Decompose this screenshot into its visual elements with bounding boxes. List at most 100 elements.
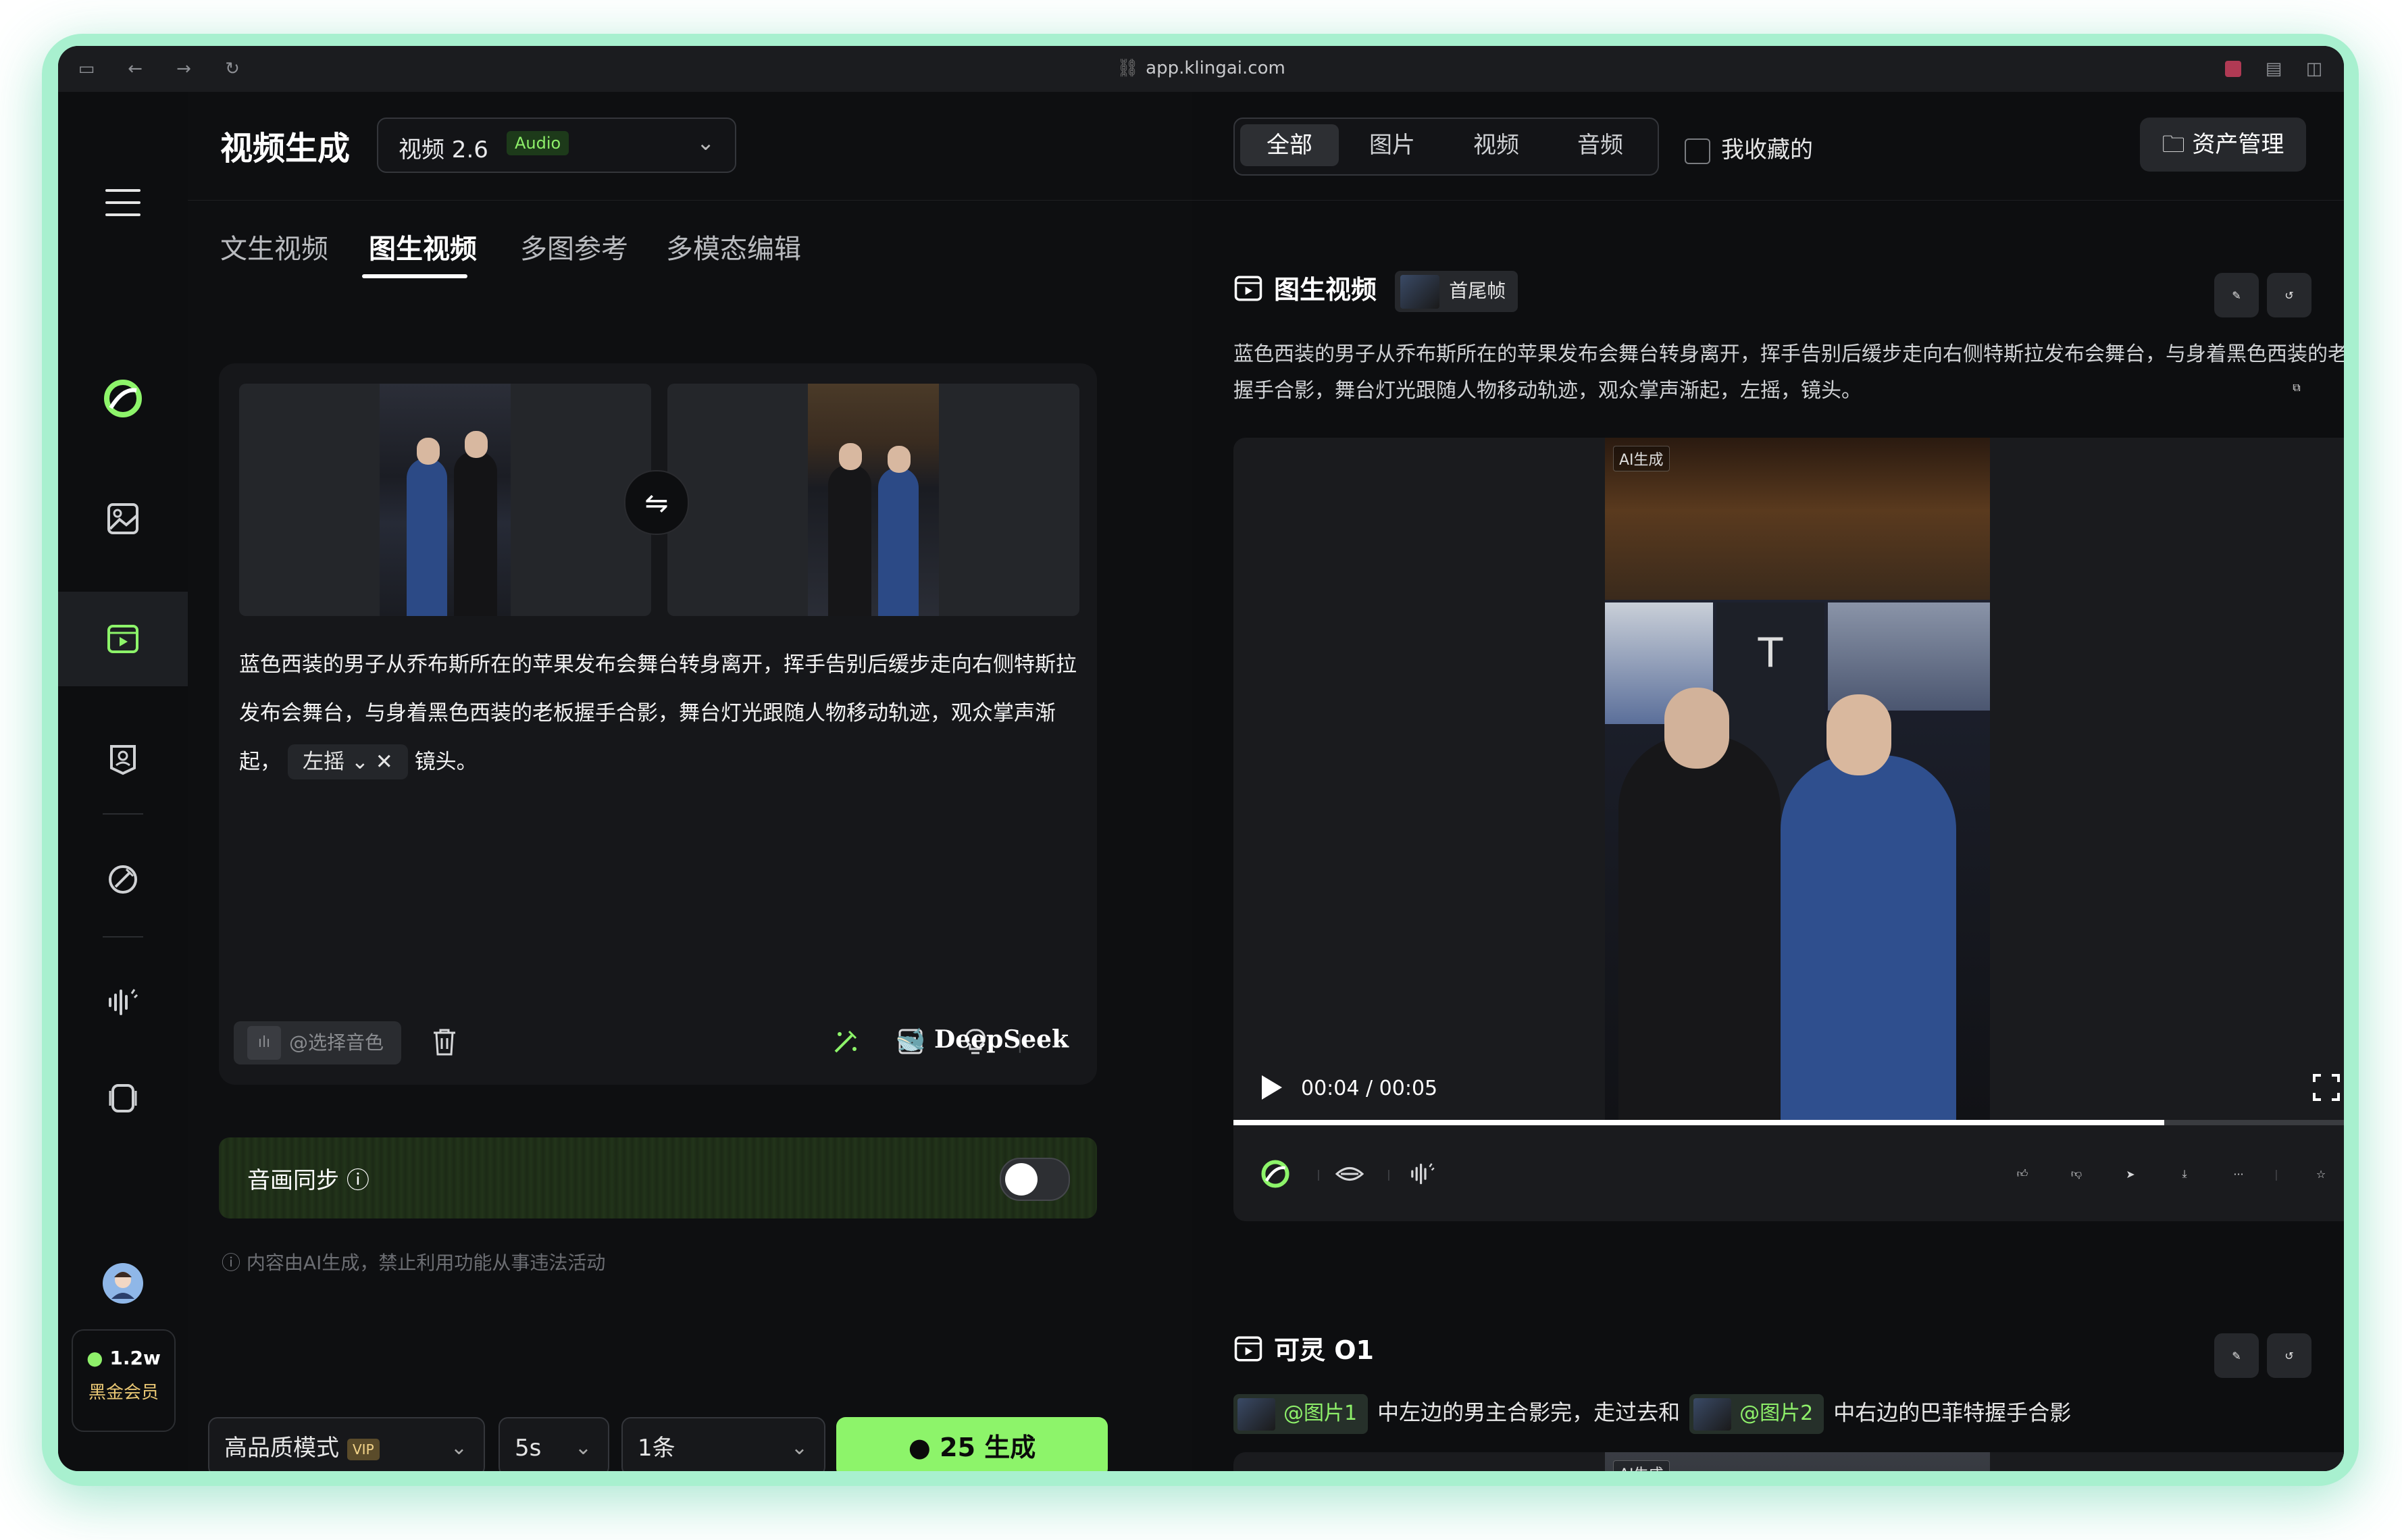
quality-mode-select[interactable]: 高品质模式 VIP ⌄ [208, 1417, 485, 1471]
reader-icon[interactable]: ▤ [2264, 59, 2283, 78]
result-title: 图生视频 首尾帧 [1233, 269, 1518, 312]
audio-gen-icon[interactable] [1405, 1156, 1440, 1191]
thumbs-down-icon[interactable]: 👎︎ [2059, 1156, 2094, 1191]
tab-multimodal-edit[interactable]: 多模态编辑 [666, 227, 801, 266]
audio-sync-toggle[interactable] [1000, 1158, 1070, 1201]
browser-toolbar: ▭ ← → ↻ ⛓ app.klingai.com ▤ ◫ [58, 46, 2344, 93]
regenerate-button[interactable]: ↺ [2267, 1333, 2311, 1378]
credit-flame-icon: ● [86, 1347, 103, 1369]
results-panel: 全部 图片 视频 音频 我收藏的 🗀 资产管理 图生视频 首尾帧 ✎ ↺ 蓝色西… [1192, 92, 2344, 1471]
audio-gen-icon[interactable] [99, 978, 147, 1027]
deepseek-label: DeepSeek [934, 1025, 1069, 1054]
video-player[interactable]: T AI生成 00:04 / 00:05 | | 👍︎ 👎︎ ➤ ⤓ ··· |… [1233, 438, 2344, 1221]
image-gen-icon[interactable] [99, 494, 147, 543]
filter-videos[interactable]: 视频 [1447, 124, 1545, 166]
swap-frames-button[interactable]: ⇋ [624, 470, 689, 535]
more-icon[interactable]: ··· [2221, 1156, 2256, 1191]
camera-move-label: 左摇 [303, 750, 344, 774]
notice-text: 内容由AI生成，禁止利用功能从事违法活动 [246, 1252, 606, 1274]
download-icon[interactable]: ⤓ [2167, 1156, 2202, 1191]
duration-select[interactable]: 5s ⌄ [499, 1417, 609, 1471]
assets-library-icon[interactable] [99, 1074, 147, 1123]
menu-icon[interactable] [99, 178, 147, 227]
generate-cost: 25 [940, 1433, 976, 1462]
edit-icon: ✎ [2232, 1349, 2241, 1362]
credit-amount: 1.2w [109, 1347, 161, 1369]
tag-label: 首尾帧 [1449, 280, 1506, 302]
generate-button[interactable]: ● 25 生成 [836, 1417, 1108, 1471]
copy-button[interactable]: ⧉ [2282, 373, 2311, 403]
voice-select-button[interactable]: ılı @选择音色 [234, 1021, 401, 1064]
tag-thumbnail [1400, 275, 1440, 309]
time-total: 00:05 [1379, 1077, 1438, 1100]
figure-left-head [1664, 688, 1729, 769]
regenerate-button[interactable]: ↺ [2267, 273, 2311, 317]
page-title: 视频生成 [220, 130, 351, 168]
more-icon[interactable]: ··· [99, 1454, 147, 1471]
star-icon[interactable]: ☆ [2303, 1156, 2339, 1191]
filter-all[interactable]: 全部 [1240, 124, 1339, 166]
fullscreen-icon[interactable] [2311, 1073, 2341, 1105]
image-ref-chip[interactable]: @图片2 [1689, 1394, 1824, 1434]
video-gen-icon[interactable] [99, 615, 147, 663]
ref-label: @图片1 [1283, 1402, 1358, 1425]
asset-management-button[interactable]: 🗀 资产管理 [2140, 118, 2306, 172]
start-frame-image[interactable] [239, 384, 651, 616]
ai-generated-watermark: AI生成 [1613, 1460, 1670, 1471]
video-gen-icon [1233, 274, 1263, 309]
image-ref-chip[interactable]: @图片1 [1233, 1394, 1369, 1434]
split-view-icon[interactable]: ◫ [2305, 59, 2324, 78]
kling-logo-icon[interactable] [99, 374, 147, 423]
audio-sync-label: 音画同步 [247, 1167, 339, 1194]
favorites-checkbox[interactable]: 我收藏的 [1685, 131, 1813, 164]
progress-track[interactable] [1233, 1120, 2344, 1125]
filter-images[interactable]: 图片 [1343, 124, 1441, 166]
ai-polish-icon[interactable] [828, 1024, 863, 1059]
deepseek-whale-icon: 🐋 [895, 1025, 926, 1054]
user-avatar[interactable] [99, 1259, 147, 1308]
address-bar[interactable]: ⛓ app.klingai.com [58, 58, 2344, 78]
trash-icon[interactable] [427, 1024, 462, 1059]
count-select[interactable]: 1条 ⌄ [621, 1417, 825, 1471]
tab-text-to-video[interactable]: 文生视频 [220, 227, 328, 266]
video-player[interactable]: AI生成 [1233, 1452, 2344, 1471]
tab-image-to-video[interactable]: 图生视频 [369, 227, 477, 266]
kling-logo-icon [1258, 1156, 1293, 1191]
tab-multi-image-ref[interactable]: 多图参考 [520, 227, 628, 266]
favorites-label: 我收藏的 [1721, 136, 1813, 163]
thumbs-up-icon[interactable]: 👍︎ [2005, 1156, 2040, 1191]
play-icon[interactable] [1258, 1073, 1285, 1105]
copy-icon: ⧉ [2293, 381, 2301, 394]
progress-fill [1233, 1120, 2164, 1125]
chevron-down-icon: ⌄ [790, 1436, 808, 1460]
ref-label: @图片2 [1739, 1402, 1814, 1425]
end-frame-photo [808, 384, 939, 616]
time-current: 00:04 [1301, 1077, 1360, 1100]
result-prompt: @图片1 中左边的男主合影完，走过去和 @图片2 中右边的巴菲特握手合影 [1233, 1394, 2071, 1434]
result-description: 蓝色西装的男子从乔布斯所在的苹果发布会舞台转身离开，挥手告别后缓步走向右侧特斯拉… [1233, 342, 2344, 403]
deepseek-toggle[interactable]: 🐋 DeepSeek [896, 1025, 1069, 1054]
model-selector[interactable]: 视频 2.6 Audio ⌄ [377, 118, 736, 173]
end-frame-image[interactable] [667, 384, 1079, 616]
sidebar-divider [103, 813, 143, 815]
lip-sync-icon[interactable] [1332, 1156, 1367, 1191]
edit-button[interactable]: ✎ [2214, 273, 2259, 317]
effects-icon[interactable] [99, 855, 147, 904]
camera-move-chip[interactable]: 左摇 ⌄ ✕ [288, 744, 408, 779]
info-icon[interactable]: ⓘ [347, 1167, 369, 1194]
url-text: app.klingai.com [1146, 58, 1285, 78]
membership-credits[interactable]: ● 1.2w 黑金会员 [72, 1329, 176, 1432]
info-icon: ⓘ [222, 1252, 241, 1274]
filter-audio[interactable]: 音频 [1551, 124, 1650, 166]
prompt-editor: ⇋ 蓝色西装的男子从乔布斯所在的苹果发布会舞台转身离开，挥手告别后缓步走向右侧特… [219, 363, 1097, 1085]
close-icon[interactable]: ✕ [376, 750, 393, 774]
avatar-gen-icon[interactable] [99, 735, 147, 784]
app-window: ▭ ← → ↻ ⛓ app.klingai.com ▤ ◫ ● 1.2w 黑金会… [58, 46, 2344, 1471]
editor-toolbar: ılı @选择音色 | 🐋 DeepSeek [234, 1017, 1082, 1066]
share-icon[interactable]: ➤ [2113, 1156, 2148, 1191]
extension-icon[interactable] [2224, 59, 2243, 78]
filter-segment: 全部 图片 视频 音频 [1233, 118, 1659, 176]
edit-button[interactable]: ✎ [2214, 1333, 2259, 1378]
prompt-text[interactable]: 蓝色西装的男子从乔布斯所在的苹果发布会舞台转身离开，挥手告别后缓步走向右侧特斯拉… [239, 640, 1083, 786]
first-last-frame-tag: 首尾帧 [1395, 271, 1518, 312]
